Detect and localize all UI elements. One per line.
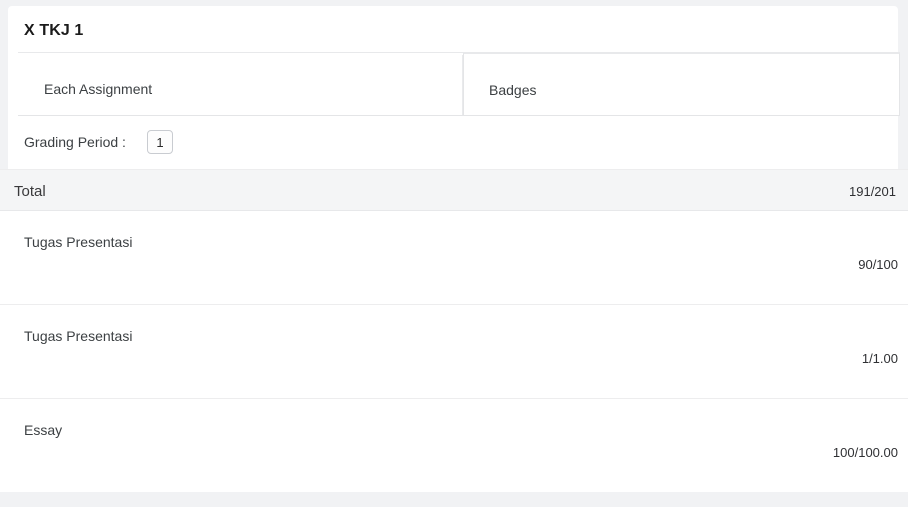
assignment-name: Essay bbox=[24, 422, 63, 438]
grading-period-label: Grading Period : bbox=[24, 134, 126, 150]
assignment-score: 100/100.00 bbox=[832, 445, 898, 460]
assignment-name: Tugas Presentasi bbox=[24, 234, 133, 250]
tab-each-assignment-label: Each Assignment bbox=[44, 81, 153, 97]
table-row[interactable]: Tugas Presentasi 90/100 bbox=[0, 211, 908, 305]
tab-each-assignment[interactable]: Each Assignment bbox=[18, 53, 463, 116]
page-title: X TKJ 1 bbox=[24, 22, 84, 39]
tab-badges-label: Badges bbox=[489, 82, 537, 98]
assignment-name: Tugas Presentasi bbox=[24, 328, 133, 344]
grading-period-control: Grading Period : 1 bbox=[24, 126, 173, 158]
tab-bar: Each Assignment Badges bbox=[18, 52, 900, 116]
tab-badges[interactable]: Badges bbox=[463, 53, 900, 116]
assignment-score: 1/1.00 bbox=[861, 351, 898, 366]
page-root: X TKJ 1 Each Assignment Badges Grading P… bbox=[0, 0, 908, 507]
assignment-score: 90/100 bbox=[858, 257, 898, 272]
grading-period-value[interactable]: 1 bbox=[146, 130, 173, 154]
assignment-list: Tugas Presentasi 90/100 Tugas Presentasi… bbox=[0, 211, 908, 492]
table-row[interactable]: Tugas Presentasi 1/1.00 bbox=[0, 305, 908, 399]
table-row[interactable]: Essay 100/100.00 bbox=[0, 399, 908, 492]
total-label: Total bbox=[14, 183, 46, 200]
total-score: 191/201 bbox=[849, 184, 896, 199]
total-row: Total 191/201 bbox=[0, 169, 908, 211]
